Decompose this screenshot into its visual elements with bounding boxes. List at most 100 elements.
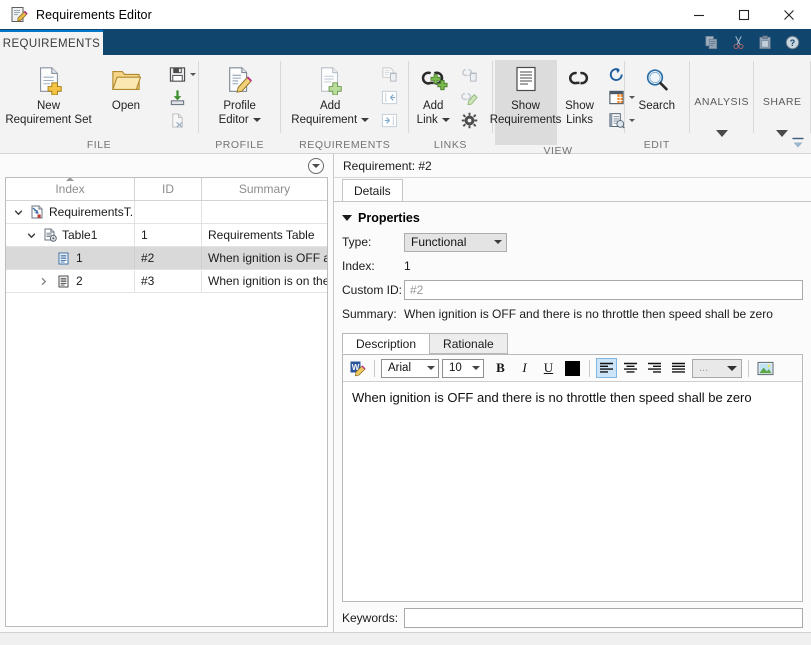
tree-cell-id: 1 — [135, 224, 202, 246]
window-title: Requirements Editor — [36, 7, 152, 22]
analysis-gallery[interactable]: ANALYSIS — [690, 55, 753, 141]
tree-cell-index-text: Table1 — [62, 228, 98, 242]
summary-row: Summary: When ignition is OFF and there … — [342, 302, 803, 326]
toolbar-separator — [589, 359, 590, 377]
share-gallery-caret-icon[interactable] — [776, 129, 789, 137]
minimize-button[interactable] — [676, 0, 721, 29]
tree-cell-summary — [202, 201, 327, 223]
tree-cell-summary: Requirements Table — [202, 224, 327, 246]
show-links-icon — [566, 63, 593, 97]
table-row[interactable]: Table1 1 Requirements Table — [6, 224, 327, 247]
twisty-expanded-icon[interactable] — [12, 206, 25, 219]
requirements-tree[interactable]: Index ID Summary RequirementsT... Table1… — [5, 177, 328, 627]
bold-button[interactable]: B — [490, 358, 511, 378]
table-row[interactable]: 2 #3 When ignition is on the... — [6, 270, 327, 293]
tree-column-summary-label: Summary — [238, 182, 291, 196]
open-in-word-icon[interactable]: W — [347, 358, 368, 378]
italic-button[interactable]: I — [514, 358, 535, 378]
share-gallery[interactable]: SHARE — [754, 55, 810, 141]
chevron-down-icon[interactable] — [427, 366, 435, 370]
tab-rationale[interactable]: Rationale — [429, 333, 508, 354]
summary-label: Summary: — [342, 307, 397, 321]
chevron-down-icon[interactable] — [342, 215, 352, 221]
tree-cell-index: Table1 — [6, 224, 135, 246]
save-as-button[interactable] — [165, 87, 198, 108]
search-label: Search — [638, 100, 675, 112]
link-settings-button[interactable] — [457, 110, 482, 131]
chevron-down-icon[interactable] — [727, 365, 737, 371]
copy-icon[interactable] — [703, 34, 719, 50]
requirement-group-icon — [42, 228, 57, 243]
profile-editor-button[interactable]: Profile Editor — [209, 60, 271, 129]
align-left-button[interactable] — [596, 358, 617, 378]
tree-cell-summary-text: Requirements Table — [208, 228, 315, 242]
add-link-button[interactable]: Add Link — [409, 60, 457, 129]
show-requirements-button[interactable]: Show Requirements — [490, 60, 561, 145]
tab-details[interactable]: Details — [342, 179, 403, 201]
maximize-button[interactable] — [721, 0, 766, 29]
requirements-editor-icon — [11, 6, 28, 23]
font-size-select[interactable]: 10 — [442, 358, 484, 378]
link-settings-icon — [459, 111, 480, 130]
twisty-collapsed-icon[interactable] — [37, 275, 50, 288]
chevron-down-icon[interactable] — [472, 366, 480, 370]
tree-cell-summary-text: When ignition is on the... — [208, 274, 327, 288]
analysis-gallery-caret-icon[interactable] — [715, 129, 728, 137]
custom-id-field[interactable]: #2 — [404, 280, 803, 300]
type-select[interactable]: Functional — [404, 232, 507, 252]
details-header: Requirement: #2 — [334, 154, 811, 178]
add-link-caret-icon[interactable] — [441, 118, 450, 122]
new-requirement-set-button[interactable]: New Requirement Set — [5, 60, 92, 129]
keywords-field[interactable] — [404, 608, 803, 628]
table-row[interactable]: RequirementsT... — [6, 201, 327, 224]
twisty-none-icon — [37, 252, 50, 265]
text-color-button[interactable] — [562, 358, 583, 378]
save-button[interactable] — [165, 64, 198, 85]
add-requirement-button[interactable]: Add Requirement — [285, 60, 375, 129]
underline-button[interactable]: U — [538, 358, 559, 378]
align-justify-button[interactable] — [668, 358, 689, 378]
font-family-select[interactable]: Arial — [381, 358, 439, 378]
close-button[interactable] — [766, 0, 811, 29]
tree-column-summary[interactable]: Summary — [202, 178, 327, 200]
tab-requirements[interactable]: REQUIREMENTS — [0, 30, 103, 55]
keywords-row: Keywords: — [342, 604, 803, 632]
ribbon-group-requirements-label: REQUIREMENTS — [299, 139, 391, 151]
cut-icon[interactable] — [730, 34, 746, 50]
filter-dropdown-icon[interactable] — [308, 157, 324, 174]
align-center-button[interactable] — [620, 358, 641, 378]
help-icon[interactable]: ? — [784, 34, 800, 50]
requirement-item-icon — [56, 274, 71, 289]
tree-cell-summary-text: When ignition is OFF an... — [208, 251, 327, 265]
new-requirement-set-label-1: New — [37, 100, 61, 112]
tab-description[interactable]: Description — [342, 333, 431, 354]
twisty-expanded-icon[interactable] — [25, 229, 38, 242]
tree-column-index[interactable]: Index — [6, 178, 135, 200]
insert-image-button[interactable] — [755, 358, 776, 378]
open-button[interactable]: Open — [95, 60, 157, 115]
table-row[interactable]: 1 #2 When ignition is OFF an... — [6, 247, 327, 270]
align-right-button[interactable] — [644, 358, 665, 378]
keywords-label: Keywords: — [342, 611, 399, 625]
paste-icon[interactable] — [757, 34, 773, 50]
tab-requirements-label: REQUIREMENTS — [2, 37, 101, 50]
ribbon-group-view-label: VIEW — [543, 145, 573, 157]
open-label-1: Open — [111, 100, 141, 112]
properties-section-header[interactable]: Properties — [342, 206, 803, 230]
list-style-select[interactable]: ... — [692, 358, 742, 378]
file-small-buttons — [165, 60, 198, 131]
status-bar — [0, 632, 811, 645]
add-link-label-1: Add — [422, 100, 444, 112]
add-requirement-caret-icon[interactable] — [361, 118, 370, 122]
profile-editor-caret-icon[interactable] — [252, 118, 261, 122]
search-button[interactable]: Search — [626, 60, 688, 115]
minimize-ribbon-icon[interactable] — [791, 136, 805, 150]
tree-column-id[interactable]: ID — [135, 178, 202, 200]
ribbon-group-edit: Search EDIT — [625, 55, 689, 153]
description-text[interactable]: When ignition is OFF and there is no thr… — [343, 382, 802, 601]
show-links-button[interactable]: Show Links — [557, 60, 603, 129]
font-size-value: 10 — [449, 362, 462, 374]
save-caret-icon[interactable] — [190, 73, 196, 76]
chevron-down-icon[interactable] — [494, 240, 502, 244]
type-label: Type: — [342, 235, 372, 249]
